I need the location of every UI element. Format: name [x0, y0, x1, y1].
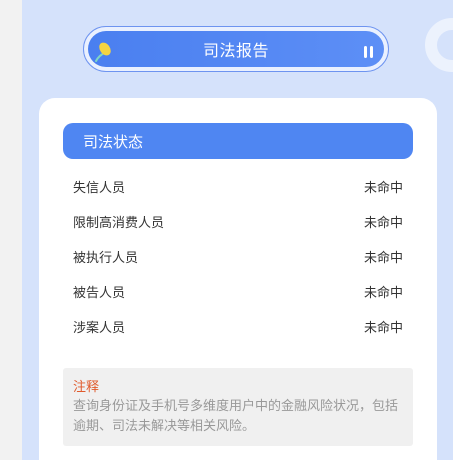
status-row-high-consumption: 限制高消费人员 未命中 — [73, 211, 403, 231]
report-title: 司法报告 — [202, 41, 269, 60]
row-status: 未命中 — [363, 320, 403, 336]
note-box: 注释 查询身份证及手机号多维度用户中的金融风险状况，包括逾期、司法未解决等相关风… — [63, 368, 413, 446]
decorative-ring — [425, 18, 453, 72]
row-label: 限制高消费人员 — [73, 215, 165, 231]
section-header: 司法状态 — [63, 123, 413, 159]
row-label: 被告人员 — [73, 285, 126, 301]
row-label: 失信人员 — [73, 180, 126, 196]
leaf-icon — [95, 42, 111, 62]
note-title: 注释 — [73, 380, 100, 395]
status-row-executed: 被执行人员 未命中 — [73, 246, 403, 266]
row-status: 未命中 — [363, 215, 403, 231]
note-text: 查询身份证及手机号多维度用户中的金融风险状况，包括逾期、司法未解决等相关风险。 — [73, 399, 399, 434]
row-label: 被执行人员 — [73, 250, 139, 266]
judicial-status-card: 司法状态 失信人员 未命中 限制高消费人员 未命中 被执行人员 未命中 被告人员… — [39, 98, 437, 460]
pause-icon — [364, 46, 373, 58]
status-row-involved: 涉案人员 未命中 — [73, 316, 403, 336]
row-status: 未命中 — [363, 285, 403, 301]
row-label: 涉案人员 — [73, 320, 126, 336]
page: 司法报告 司法状态 失信人员 未命中 限制高消费人员 未命中 被执行人员 未命中… — [0, 0, 453, 460]
report-title-pill: 司法报告 — [88, 31, 384, 67]
row-status: 未命中 — [363, 250, 403, 266]
row-status: 未命中 — [363, 180, 403, 196]
status-row-defendant: 被告人员 未命中 — [73, 281, 403, 301]
report-title-banner: 司法报告 — [83, 26, 389, 72]
status-row-dishonest: 失信人员 未命中 — [73, 176, 403, 196]
section-title: 司法状态 — [83, 132, 144, 151]
